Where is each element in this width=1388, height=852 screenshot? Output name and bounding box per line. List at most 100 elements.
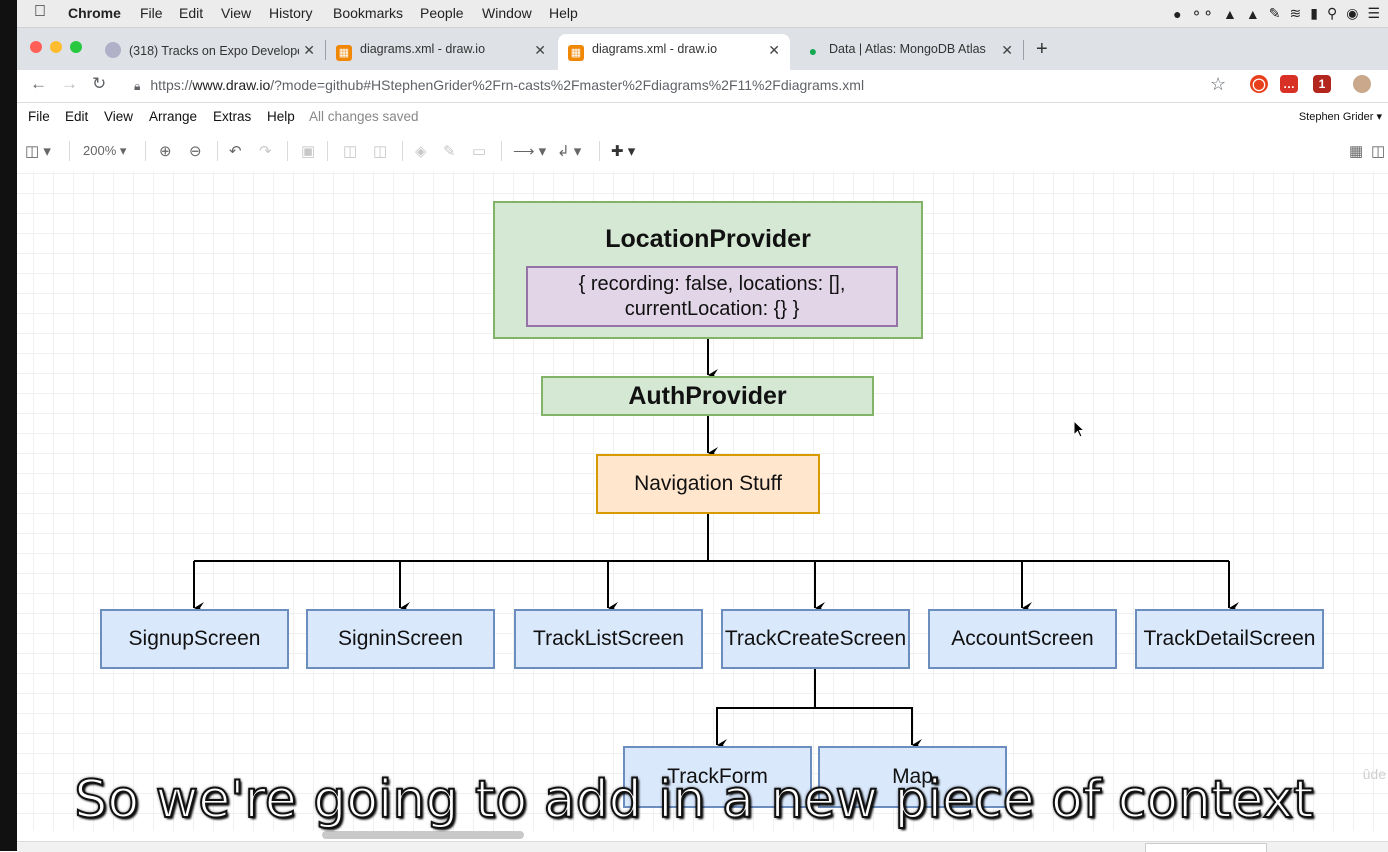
menu-view[interactable]: View [221, 5, 251, 21]
bookmark-star-icon[interactable]: ☆ [1210, 74, 1226, 95]
record-icon[interactable]: ● [1173, 6, 1181, 22]
auth-provider-label: AuthProvider [628, 381, 787, 410]
extension-red-icon[interactable]: … [1280, 75, 1298, 93]
zoom-value: 200% [83, 143, 117, 158]
address-bar: ← → ↻ 🔒︎ https://www.draw.io/?mode=github… [0, 70, 1388, 103]
redo-icon[interactable]: ↷ [259, 142, 272, 160]
drawio-favicon-icon: ▦ [568, 45, 584, 61]
signin-screen-node[interactable]: SigninScreen [306, 609, 495, 669]
node-label: AccountScreen [951, 627, 1094, 650]
menu-bookmarks[interactable]: Bookmarks [333, 5, 403, 21]
connection-icon[interactable]: ⟶ ▾ [513, 142, 546, 160]
list-icon[interactable]: ☰ [1367, 5, 1380, 22]
search-icon[interactable]: ⚲ [1327, 5, 1337, 22]
toolbar-separator [402, 141, 403, 161]
menu-help[interactable]: Help [549, 5, 578, 21]
drawio-menu-help[interactable]: Help [267, 109, 295, 124]
forward-icon[interactable]: → [61, 74, 78, 94]
track-detail-screen-node[interactable]: TrackDetailScreen [1135, 609, 1324, 669]
menu-people[interactable]: People [420, 5, 464, 21]
tab-drawio-active[interactable]: ▦ diagrams.xml - draw.io ✕ [558, 34, 790, 70]
menu-history[interactable]: History [269, 5, 313, 21]
user-name[interactable]: Stephen Grider ▾ [1299, 110, 1382, 123]
zoom-select[interactable]: 200% ▾ [83, 143, 126, 159]
back-icon[interactable]: ← [30, 74, 47, 94]
video-subtitle: So we're going to add in a new piece of … [73, 769, 1314, 831]
minimize-window-icon[interactable] [50, 41, 62, 53]
track-list-screen-node[interactable]: TrackListScreen [514, 609, 703, 669]
siri-icon[interactable]: ◉ [1346, 5, 1358, 22]
drawio-menu-arrange[interactable]: Arrange [149, 109, 197, 124]
toolbar-separator [599, 141, 600, 161]
url-field[interactable]: 🔒︎ https://www.draw.io/?mode=github#HStep… [120, 72, 1240, 98]
location-state-node[interactable]: { recording: false, locations: [], curre… [526, 266, 898, 327]
drawio-menu-bar: File Edit View Arrange Extras Help All c… [17, 103, 1388, 131]
zoom-out-icon[interactable]: ⊖ [189, 142, 202, 160]
extension-shield-icon[interactable]: 1 [1313, 75, 1331, 93]
tab-drawio-1[interactable]: ▦ diagrams.xml - draw.io ✕ [326, 34, 556, 70]
glasses-icon[interactable]: ⚬⚬ [1191, 5, 1214, 22]
maximize-window-icon[interactable] [70, 41, 82, 53]
undo-icon[interactable]: ↶ [229, 142, 242, 160]
menu-app-name[interactable]: Chrome [68, 5, 121, 21]
drawio-menu-extras[interactable]: Extras [213, 109, 251, 124]
to-back-icon[interactable]: ◫ [373, 142, 387, 160]
menu-window[interactable]: Window [482, 5, 532, 21]
turtle-icon[interactable]: ▲ [1246, 6, 1260, 22]
account-screen-node[interactable]: AccountScreen [928, 609, 1117, 669]
drawio-favicon-icon: ▦ [336, 45, 352, 61]
tab-title: diagrams.xml - draw.io [360, 42, 486, 56]
user-name-label: Stephen Grider [1298, 111, 1374, 123]
menu-file[interactable]: File [140, 5, 163, 21]
close-tab-icon[interactable]: ✕ [299, 42, 315, 59]
reload-icon[interactable]: ↻ [92, 74, 106, 94]
edge-to-map[interactable] [815, 707, 922, 751]
navigation-node[interactable]: Navigation Stuff [596, 454, 820, 514]
insert-icon[interactable]: ✚ ▾ [611, 142, 635, 160]
apple-icon[interactable]:  [34, 3, 46, 21]
location-provider-title: LocationProvider [605, 225, 811, 253]
new-tab-icon[interactable]: + [1036, 38, 1048, 61]
screen-edge [0, 0, 17, 851]
auth-provider-node[interactable]: AuthProvider [541, 376, 874, 416]
tab-title: (318) Tracks on Expo Develope [129, 44, 305, 58]
tab-title: diagrams.xml - draw.io [592, 42, 718, 56]
url-host: www.draw.io [192, 77, 271, 93]
wifi-icon[interactable]: ≋ [1290, 5, 1302, 22]
profile-avatar[interactable] [1353, 75, 1371, 93]
fill-color-icon[interactable]: ◈ [415, 142, 427, 160]
location-state-line1: { recording: false, locations: [], [578, 272, 846, 295]
format-panel-icon[interactable]: ◫ ▾ [25, 142, 51, 160]
shadow-icon[interactable]: ▭ [472, 142, 486, 160]
menu-edit[interactable]: Edit [179, 5, 203, 21]
drawio-menu-file[interactable]: File [28, 109, 50, 124]
location-state-line2: currentLocation: {} } [624, 297, 800, 320]
close-tab-icon[interactable]: ✕ [534, 42, 546, 59]
close-tab-icon[interactable]: ✕ [768, 42, 780, 59]
toolbar-separator [287, 141, 288, 161]
brush-icon[interactable]: ✎ [1269, 5, 1281, 22]
close-window-icon[interactable] [30, 41, 42, 53]
to-front-icon[interactable]: ◫ [343, 142, 357, 160]
waypoints-icon[interactable]: ↲ ▾ [557, 142, 581, 160]
tab-expo[interactable]: (318) Tracks on Expo Develope ✕ [95, 34, 325, 70]
tab-mongodb-atlas[interactable]: ● Data | Atlas: MongoDB Atlas ✕ [795, 34, 1023, 70]
fullscreen-icon[interactable]: ▦ [1349, 142, 1363, 160]
close-tab-icon[interactable]: ✕ [1001, 42, 1013, 59]
zoom-in-icon[interactable]: ⊕ [159, 142, 172, 160]
save-status: All changes saved [309, 109, 419, 124]
edge-to-trackform[interactable] [716, 669, 816, 751]
diagram-canvas[interactable]: LocationProvider { recording: false, loc… [17, 171, 1388, 831]
horizontal-scrollbar[interactable] [322, 831, 524, 839]
drawio-menu-view[interactable]: View [104, 109, 133, 124]
mouse-pointer-icon [1073, 420, 1086, 438]
elephant-icon[interactable]: ▲ [1223, 6, 1237, 22]
track-create-screen-node[interactable]: TrackCreateScreen [721, 609, 910, 669]
toggle-format-icon[interactable]: ◫ [1371, 142, 1385, 160]
battery-icon[interactable]: ▮ [1310, 5, 1318, 22]
extension-stop-icon[interactable]: ◯ [1250, 75, 1268, 93]
signup-screen-node[interactable]: SignupScreen [100, 609, 289, 669]
line-color-icon[interactable]: ✎ [443, 142, 456, 160]
drawio-menu-edit[interactable]: Edit [65, 109, 88, 124]
delete-icon[interactable]: ▣ [301, 142, 315, 160]
